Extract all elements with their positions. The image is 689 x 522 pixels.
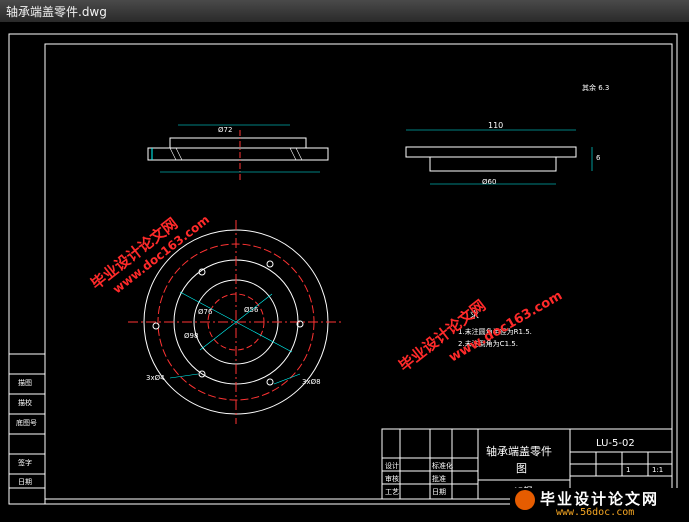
- dim-110: 110: [488, 121, 503, 130]
- cad-drawing: 其余 6.3 Ø72 110 Ø60 6 Ø76 Ø98 Ø56 3xØ4 3x…: [8, 33, 678, 505]
- dim-circle-2: Ø98: [184, 332, 198, 340]
- dim-60: Ø60: [482, 178, 496, 186]
- roughness-note: 其余 6.3: [582, 83, 609, 92]
- dim-6: 6: [596, 154, 601, 162]
- part-name-line2: 图: [516, 462, 527, 475]
- hole-label-right: 3xØ8: [302, 378, 321, 386]
- bottom-watermark: 毕业设计论文网 www.56doc.com: [510, 488, 689, 522]
- dim-circle-3: Ø56: [244, 306, 259, 314]
- hole-label-left: 3xØ4: [146, 374, 165, 382]
- tb-row1-col1: 设计: [385, 461, 399, 470]
- dim-circle-1: Ø76: [198, 308, 213, 316]
- sheet: 1: [626, 466, 630, 474]
- drawing-number: LU-5-02: [596, 438, 635, 449]
- window-titlebar: 轴承端盖零件.dwg: [0, 0, 689, 23]
- part-name-line1: 轴承端盖零件: [486, 444, 552, 458]
- side-label-5: 日期: [18, 478, 32, 486]
- side-label-2: 描校: [18, 398, 32, 407]
- tb-row1-col3: 标准化: [432, 461, 453, 470]
- bottom-watermark-url: www.56doc.com: [556, 507, 635, 518]
- section-view-left: [147, 124, 329, 182]
- site-logo-icon: [515, 490, 535, 510]
- window-title: 轴承端盖零件.dwg: [6, 5, 107, 19]
- scale: 1:1: [652, 466, 663, 474]
- tb-row3-col3: 日期: [432, 488, 446, 496]
- tb-row2-col1: 审核: [385, 474, 399, 483]
- side-label-4: 签字: [18, 458, 32, 467]
- cad-drawing-canvas[interactable]: 其余 6.3 Ø72 110 Ø60 6 Ø76 Ø98 Ø56 3xØ4 3x…: [0, 22, 689, 522]
- side-label-1: 描图: [18, 378, 32, 387]
- dim-left-diameter: Ø72: [218, 126, 232, 134]
- side-label-3: 底图号: [16, 418, 37, 427]
- tb-row3-col1: 工艺: [385, 488, 399, 496]
- bottom-watermark-cn: 毕业设计论文网: [540, 490, 660, 508]
- side-view-right: [405, 129, 593, 185]
- tb-row2-col3: 批准: [432, 474, 446, 483]
